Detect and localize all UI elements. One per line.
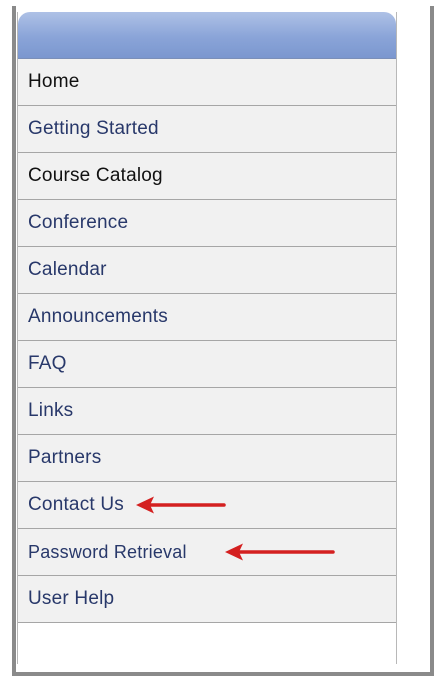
menu-item-label: FAQ [28,353,67,374]
menu-item-faq[interactable]: FAQ [18,341,396,388]
menu-item-label: Course Catalog [28,165,163,186]
menu-item-home[interactable]: Home [18,59,396,106]
menu-item-label: Partners [28,447,102,468]
menu-item-label: Links [28,400,74,421]
menu-item-label: Calendar [28,259,107,280]
menu-item-label: Getting Started [28,118,159,139]
menu-item-calendar[interactable]: Calendar [18,247,396,294]
menu-item-course-catalog[interactable]: Course Catalog [18,153,396,200]
menu-item-user-help[interactable]: User Help [18,576,396,623]
nav-menu: Home Getting Started Course Catalog Conf… [18,59,396,623]
menu-item-label: Contact Us [28,494,124,515]
menu-item-getting-started[interactable]: Getting Started [18,106,396,153]
menu-item-conference[interactable]: Conference [18,200,396,247]
menu-item-password-retrieval[interactable]: Password Retrieval [18,529,396,576]
menu-item-label: User Help [28,588,115,609]
menu-item-label: Announcements [28,306,168,327]
menu-item-label: Conference [28,212,129,233]
menu-item-announcements[interactable]: Announcements [18,294,396,341]
red-arrow-left-icon [225,543,335,561]
menu-item-label: Home [28,71,80,92]
menu-item-links[interactable]: Links [18,388,396,435]
menu-item-label: Password Retrieval [28,541,187,562]
red-arrow-left-icon [136,496,226,514]
navigation-panel: Home Getting Started Course Catalog Conf… [17,12,397,664]
panel-header [18,12,396,59]
menu-item-contact-us[interactable]: Contact Us [18,482,396,529]
menu-item-partners[interactable]: Partners [18,435,396,482]
menu-footer-space [18,623,396,651]
